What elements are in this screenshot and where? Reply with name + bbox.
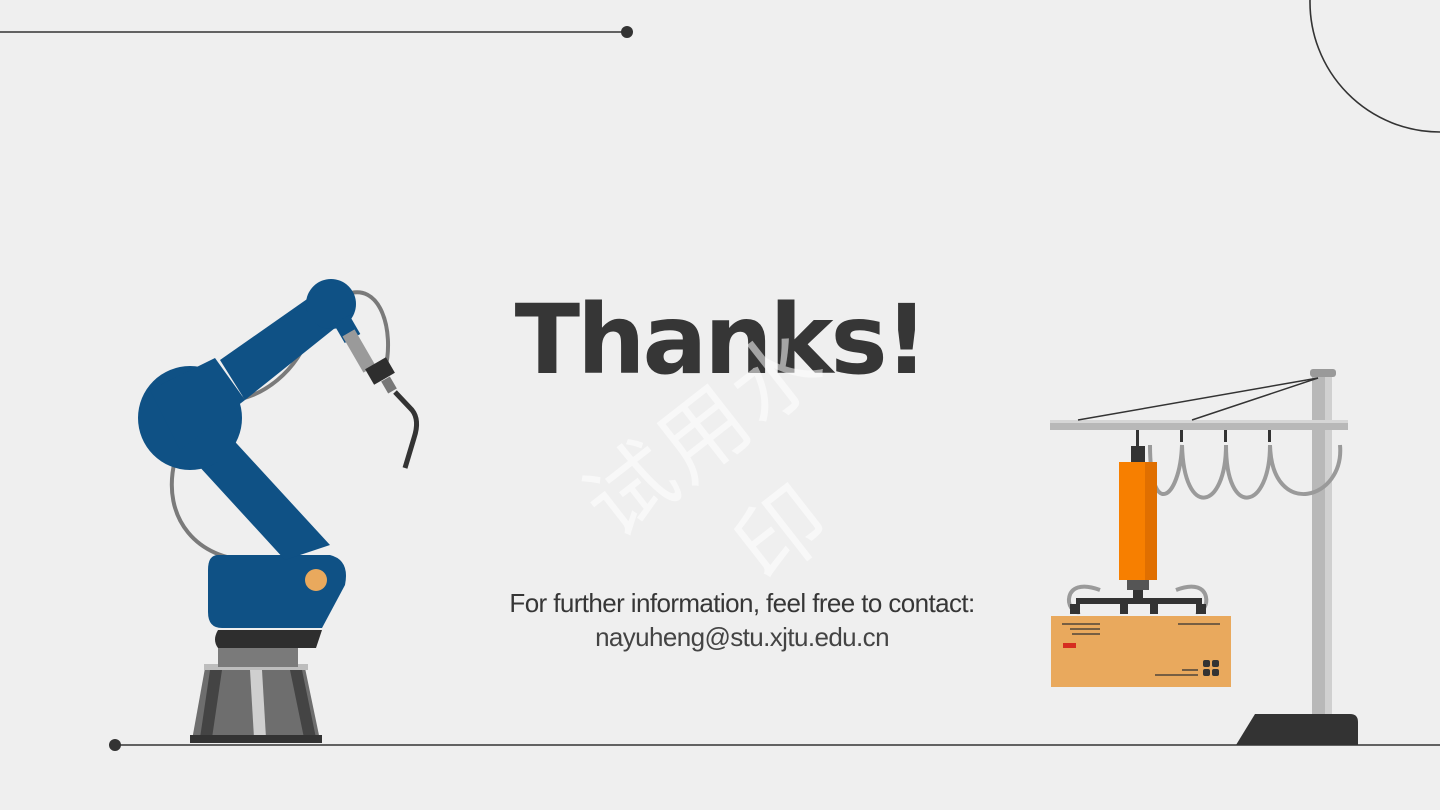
crane-gripper-with-box-icon	[1050, 369, 1358, 745]
corner-arc	[1309, 0, 1440, 133]
top-divider-line	[0, 26, 633, 38]
decoration-layer	[0, 0, 1440, 751]
contact-email: nayuheng@stu.xjtu.edu.cn	[595, 622, 889, 652]
slide: Thanks! 试用水印 For further information, fe…	[0, 0, 1440, 810]
contact-prompt: For further information, feel free to co…	[509, 588, 975, 618]
slide-title: Thanks!	[514, 284, 929, 396]
